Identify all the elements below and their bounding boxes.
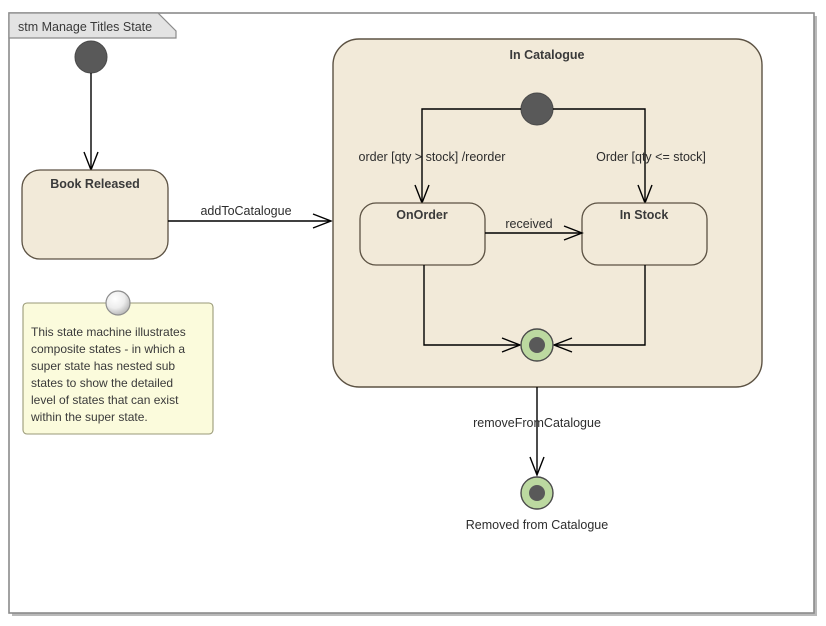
transition-add-to-catalogue-label: addToCatalogue bbox=[200, 204, 291, 218]
state-on-order-label: OnOrder bbox=[396, 208, 448, 222]
note-line-5: within the super state. bbox=[30, 410, 148, 424]
transition-order-reorder-label: order [qty > stock] /reorder bbox=[359, 150, 506, 164]
inner-initial-state-node[interactable] bbox=[520, 92, 554, 126]
final-state-removed-dot bbox=[529, 485, 545, 501]
transition-received-label: received bbox=[505, 217, 552, 231]
note-pin-icon bbox=[105, 290, 131, 316]
inner-final-state-dot bbox=[529, 337, 545, 353]
state-in-stock-label: In Stock bbox=[620, 208, 669, 222]
transition-order-in-stock-label: Order [qty <= stock] bbox=[596, 150, 706, 164]
note-line-1: composite states - in which a bbox=[31, 342, 185, 356]
final-state-removed-caption: Removed from Catalogue bbox=[466, 518, 608, 532]
state-book-released-label: Book Released bbox=[50, 177, 140, 191]
note-line-3: states to show the detailed bbox=[31, 376, 173, 390]
transition-remove-from-catalogue-label: removeFromCatalogue bbox=[473, 416, 601, 430]
note-line-0: This state machine illustrates bbox=[31, 325, 186, 339]
note-line-4: level of states that can exist bbox=[31, 393, 179, 407]
note-line-2: super state has nested sub bbox=[31, 359, 175, 373]
composite-state-in-catalogue-label: In Catalogue bbox=[509, 48, 584, 62]
diagram-canvas: stm Manage Titles State Book Released ad… bbox=[0, 0, 826, 626]
initial-state-node[interactable] bbox=[74, 40, 108, 74]
frame-title-label: stm Manage Titles State bbox=[18, 20, 152, 34]
